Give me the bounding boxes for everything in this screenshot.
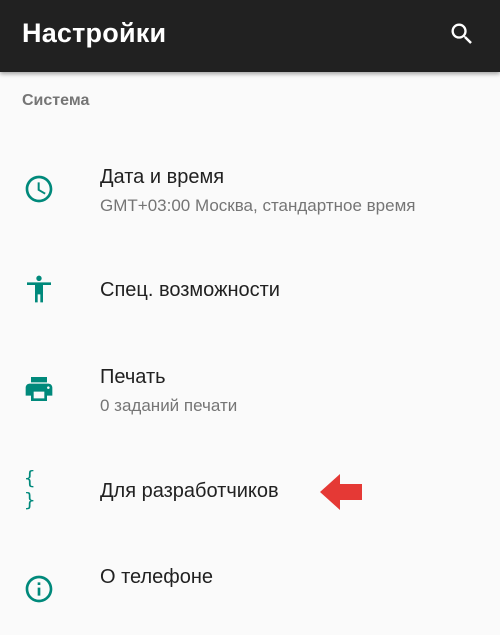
red-arrow-icon xyxy=(320,474,362,510)
settings-item-date-time[interactable]: Дата и время GMT+03:00 Москва, стандартн… xyxy=(0,150,500,230)
settings-item-title: О телефоне xyxy=(100,566,214,588)
settings-item-developer-options[interactable]: { } Для разработчиков xyxy=(0,450,500,530)
clock-icon xyxy=(22,172,56,206)
page-title: Настройки xyxy=(22,18,167,48)
settings-item-subtitle: 0 заданий печати xyxy=(100,396,238,415)
settings-item-title: Дата и время xyxy=(100,166,225,188)
braces-icon: { } xyxy=(24,467,58,511)
settings-item-title: Для разработчиков xyxy=(100,480,279,502)
settings-item-printing[interactable]: Печать 0 заданий печати xyxy=(0,345,500,425)
accessibility-icon xyxy=(22,272,56,306)
search-button[interactable] xyxy=(444,16,480,52)
search-icon xyxy=(451,23,472,44)
braces-icon-glyph: { } xyxy=(24,467,40,511)
settings-item-about-phone[interactable]: О телефоне xyxy=(0,545,500,625)
settings-item-title: Спец. возможности xyxy=(100,279,280,301)
settings-item-title: Печать xyxy=(100,366,166,388)
app-toolbar: Настройки xyxy=(0,0,500,72)
info-icon xyxy=(22,572,56,606)
printer-icon xyxy=(22,372,56,406)
settings-item-subtitle: GMT+03:00 Москва, стандартное время xyxy=(100,196,416,215)
section-header-system: Система xyxy=(22,92,90,109)
settings-item-accessibility[interactable]: Спец. возможности xyxy=(0,250,500,330)
